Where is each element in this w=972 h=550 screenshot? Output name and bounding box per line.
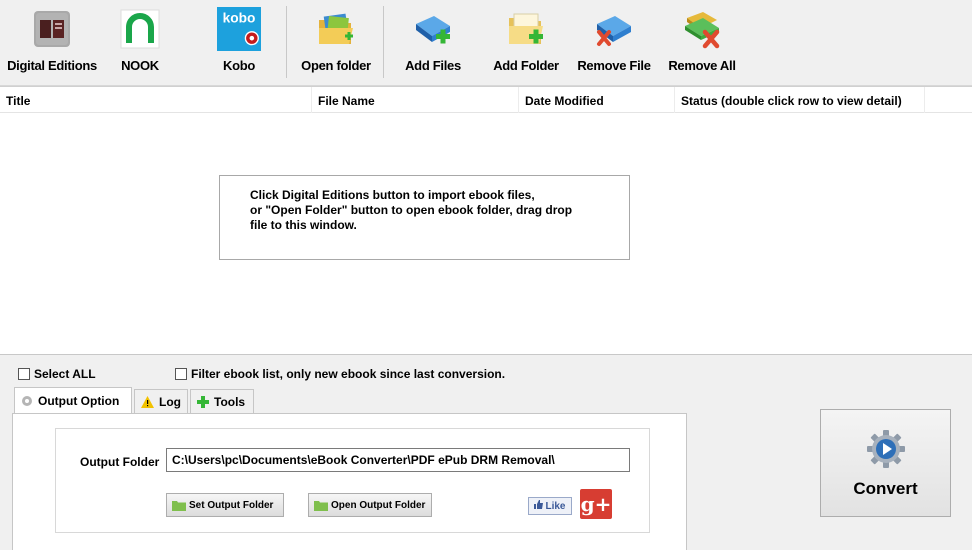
remove-file-button[interactable]: Remove File [570, 4, 658, 80]
open-output-folder-label: Open Output Folder [331, 499, 426, 511]
facebook-like-button[interactable]: Like [528, 497, 572, 515]
add-files-button[interactable]: Add Files [398, 4, 468, 80]
output-folder-field[interactable]: C:\Users\pc\Documents\eBook Converter\PD… [166, 448, 630, 472]
column-divider [311, 87, 312, 113]
select-all-label: Select ALL [34, 367, 96, 381]
hint-line: Click Digital Editions button to import … [250, 188, 535, 202]
digital-editions-label: Digital Editions [7, 58, 97, 73]
column-file-name[interactable]: File Name [318, 94, 375, 108]
folder-icon [172, 500, 186, 511]
bottom-panel: Select ALL Filter ebook list, only new e… [0, 354, 972, 550]
tab-label: Log [159, 394, 181, 409]
column-title[interactable]: Title [6, 94, 30, 108]
google-plus-button[interactable]: g+ [580, 489, 612, 519]
add-folder-icon [504, 4, 548, 54]
toolbar: Digital Editions NOOK kobo Kobo Open fol… [0, 0, 972, 86]
add-folder-label: Add Folder [493, 58, 559, 73]
toolbar-separator [383, 6, 384, 78]
hint-line: file to this window. [250, 218, 357, 232]
remove-all-label: Remove All [668, 58, 736, 73]
open-folder-icon [314, 4, 358, 54]
convert-button[interactable]: Convert [820, 409, 951, 517]
open-folder-label: Open folder [301, 58, 371, 73]
checkbox-box[interactable] [175, 368, 187, 380]
column-date-modified[interactable]: Date Modified [525, 94, 604, 108]
nook-icon [118, 4, 162, 54]
output-group: Output Folder C:\Users\pc\Documents\eBoo… [55, 428, 650, 533]
list-header: Title File Name Date Modified Status (do… [0, 87, 972, 113]
tab-output-option[interactable]: Output Option [14, 387, 132, 413]
thumbs-up-icon [534, 500, 544, 512]
nook-label: NOOK [121, 58, 159, 73]
tab-log[interactable]: Log [134, 389, 188, 413]
checkbox-box[interactable] [18, 368, 30, 380]
toolbar-separator [286, 6, 287, 78]
filter-label: Filter ebook list, only new ebook since … [191, 367, 506, 381]
gear-icon [21, 395, 33, 407]
open-output-folder-button[interactable]: Open Output Folder [308, 493, 432, 517]
folder-icon [314, 500, 328, 511]
digital-editions-icon [30, 4, 74, 54]
add-files-label: Add Files [405, 58, 461, 73]
convert-label: Convert [853, 478, 918, 498]
warning-icon [141, 395, 154, 408]
set-output-folder-label: Set Output Folder [189, 499, 274, 511]
digital-editions-button[interactable]: Digital Editions [2, 4, 102, 80]
like-label: Like [545, 500, 566, 512]
add-files-icon [411, 4, 455, 54]
output-option-panel: Output Folder C:\Users\pc\Documents\eBoo… [12, 413, 687, 550]
remove-file-icon [592, 4, 636, 54]
column-divider [518, 87, 519, 113]
tab-tools[interactable]: Tools [190, 389, 254, 413]
column-divider [924, 87, 925, 113]
column-status[interactable]: Status (double click row to view detail) [681, 94, 902, 108]
gear-play-icon [865, 428, 907, 473]
hint-line: or "Open Folder" button to open ebook fo… [250, 203, 573, 217]
remove-all-button[interactable]: Remove All [662, 4, 742, 80]
remove-file-label: Remove File [577, 58, 651, 73]
filter-new-checkbox[interactable]: Filter ebook list, only new ebook since … [175, 367, 505, 381]
tab-label: Output Option [38, 393, 120, 408]
output-folder-label: Output Folder [80, 455, 160, 469]
select-all-checkbox[interactable]: Select ALL [18, 367, 96, 381]
kobo-button[interactable]: kobo Kobo [214, 4, 264, 80]
add-folder-button[interactable]: Add Folder [486, 4, 566, 80]
plus-icon [197, 395, 209, 408]
import-hint-box: Click Digital Editions button to import … [219, 175, 630, 260]
nook-button[interactable]: NOOK [118, 4, 162, 80]
ebook-list[interactable]: Title File Name Date Modified Status (do… [0, 86, 972, 354]
kobo-label: Kobo [222, 58, 255, 73]
kobo-icon: kobo [217, 4, 261, 54]
tab-label: Tools [214, 394, 246, 409]
remove-all-icon [680, 4, 724, 54]
column-divider [674, 87, 675, 113]
open-folder-button[interactable]: Open folder [293, 4, 379, 80]
set-output-folder-button[interactable]: Set Output Folder [166, 493, 284, 517]
kobo-logo-text: kobo [223, 11, 256, 26]
